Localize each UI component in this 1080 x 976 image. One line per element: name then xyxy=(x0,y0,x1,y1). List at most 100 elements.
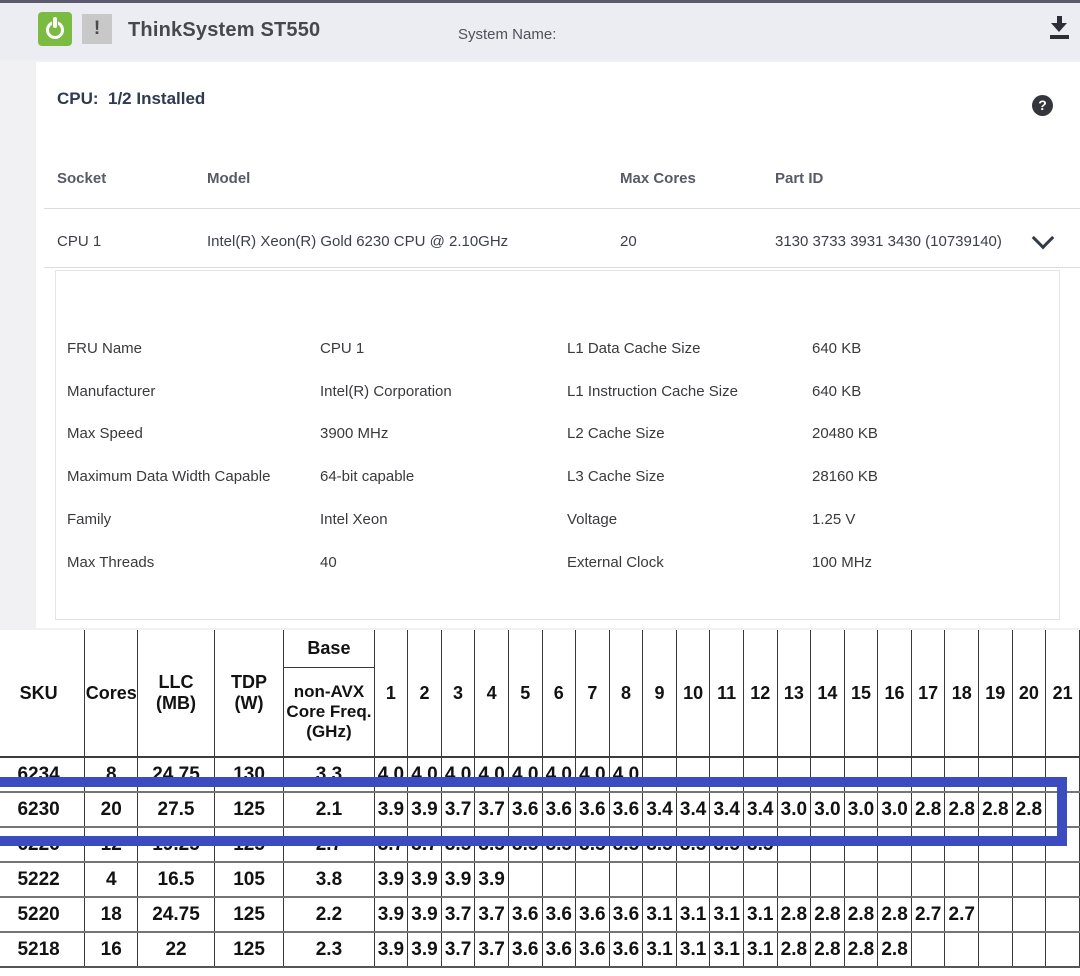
detail-row: Voltage 1.25 V xyxy=(567,498,878,541)
turbo-value-cell: 3.5 xyxy=(743,827,777,862)
cores-cell: 8 xyxy=(85,757,138,792)
download-button[interactable] xyxy=(1048,16,1071,41)
alert-badge[interactable]: ! xyxy=(82,14,112,44)
cores-cell: 16 xyxy=(85,932,138,967)
detail-row: Family Intel Xeon xyxy=(67,498,452,541)
llc-cell: 24.75 xyxy=(138,897,215,932)
cpu-details-panel: FRU Name CPU 1 Manufacturer Intel(R) Cor… xyxy=(55,270,1060,620)
cores-cell: 4 xyxy=(85,862,138,897)
turbo-value-cell: 3.6 xyxy=(576,932,610,967)
turbo-value-cell: 4.0 xyxy=(508,757,542,792)
turbo-value-cell: 3.9 xyxy=(408,932,442,967)
turbo-value-cell: 3.9 xyxy=(441,862,475,897)
turbo-core-header: 19 xyxy=(979,630,1013,757)
turbo-value-cell: 3.6 xyxy=(508,932,542,967)
turbo-value-cell xyxy=(777,757,811,792)
detail-row: Maximum Data Width Capable 64-bit capabl… xyxy=(67,455,452,498)
turbo-value-cell: 4.0 xyxy=(374,757,408,792)
cpu-row-max-cores[interactable]: 20 xyxy=(620,233,637,250)
turbo-value-cell: 3.9 xyxy=(408,897,442,932)
turbo-value-cell: 3.0 xyxy=(811,792,845,827)
detail-label: Max Speed xyxy=(67,425,320,442)
turbo-value-cell xyxy=(878,862,912,897)
turbo-core-header: 17 xyxy=(911,630,945,757)
turbo-value-cell xyxy=(542,862,576,897)
turbo-value-cell xyxy=(643,862,677,897)
detail-value: 64-bit capable xyxy=(320,468,414,485)
base-freq-cell: 2.1 xyxy=(284,792,374,827)
turbo-value-cell xyxy=(1046,862,1080,897)
page: { "topbar": { "title": "ThinkSystem ST55… xyxy=(0,0,1080,976)
cpu-row-part-id[interactable]: 3130 3733 3931 3430 (10739140) xyxy=(775,233,1002,250)
column-header-model: Model xyxy=(207,170,250,187)
turbo-value-cell: 3.1 xyxy=(743,897,777,932)
detail-row: Max Speed 3900 MHz xyxy=(67,413,452,456)
sku-cell: 6234 xyxy=(0,757,85,792)
freq-header-line: Core Freq. xyxy=(284,702,373,722)
chevron-down-icon[interactable] xyxy=(1032,227,1055,250)
detail-label: Voltage xyxy=(567,511,812,528)
turbo-value-cell: 4.0 xyxy=(475,757,509,792)
turbo-core-header: 10 xyxy=(676,630,710,757)
turbo-value-cell: 3.1 xyxy=(676,897,710,932)
turbo-value-cell: 3.4 xyxy=(743,792,777,827)
turbo-value-cell xyxy=(878,827,912,862)
detail-label: Family xyxy=(67,511,320,528)
turbo-table: SKUCoresLLC (MB)TDP (W)Basenon-AVXCore F… xyxy=(0,630,1080,968)
freq-header-base: Base xyxy=(284,630,373,668)
turbo-core-header: 11 xyxy=(710,630,744,757)
detail-value: Intel(R) Corporation xyxy=(320,383,452,400)
base-freq-cell: 2.7 xyxy=(284,827,374,862)
turbo-value-cell: 2.8 xyxy=(811,897,845,932)
turbo-value-cell xyxy=(1012,897,1046,932)
turbo-value-cell: 2.8 xyxy=(844,932,878,967)
power-button[interactable] xyxy=(38,12,72,46)
turbo-row-6234: 6234824.751303.34.04.04.04.04.04.04.04.0 xyxy=(0,757,1080,792)
turbo-value-cell: 3.7 xyxy=(475,792,509,827)
help-button[interactable]: ? xyxy=(1032,95,1053,116)
turbo-value-cell: 2.8 xyxy=(844,897,878,932)
system-name-label: System Name: xyxy=(458,26,556,43)
sku-cell: 6230 xyxy=(0,792,85,827)
turbo-value-cell: 3.4 xyxy=(676,792,710,827)
turbo-value-cell: 3.6 xyxy=(508,897,542,932)
turbo-value-cell: 3.7 xyxy=(441,932,475,967)
turbo-value-cell xyxy=(811,862,845,897)
turbo-value-cell: 3.6 xyxy=(609,792,643,827)
turbo-value-cell: 3.1 xyxy=(643,897,677,932)
cpu-row-model[interactable]: Intel(R) Xeon(R) Gold 6230 CPU @ 2.10GHz xyxy=(207,233,508,250)
turbo-value-cell: 2.8 xyxy=(811,932,845,967)
turbo-value-cell xyxy=(508,862,542,897)
turbo-value-cell: 3.6 xyxy=(542,932,576,967)
turbo-core-header: 20 xyxy=(1012,630,1046,757)
tdp-cell: 125 xyxy=(214,932,283,967)
detail-row: FRU Name CPU 1 xyxy=(67,327,452,370)
turbo-value-cell: 3.0 xyxy=(844,792,878,827)
detail-value: Intel Xeon xyxy=(320,511,388,528)
turbo-value-cell xyxy=(643,757,677,792)
turbo-value-cell: 2.8 xyxy=(911,792,945,827)
turbo-header-cell: TDP (W) xyxy=(214,630,283,757)
tdp-cell: 125 xyxy=(214,897,283,932)
turbo-value-cell xyxy=(844,757,878,792)
detail-value: 20480 KB xyxy=(812,425,878,442)
turbo-value-cell xyxy=(710,862,744,897)
turbo-header-cell: Cores xyxy=(85,630,138,757)
turbo-value-cell: 3.6 xyxy=(576,897,610,932)
detail-value: 640 KB xyxy=(812,340,861,357)
turbo-value-cell: 3.1 xyxy=(676,932,710,967)
turbo-core-header: 16 xyxy=(878,630,912,757)
detail-value: 100 MHz xyxy=(812,554,872,571)
tdp-cell: 125 xyxy=(214,827,283,862)
turbo-value-cell: 3.7 xyxy=(441,897,475,932)
detail-label: FRU Name xyxy=(67,340,320,357)
turbo-value-cell: 4.0 xyxy=(542,757,576,792)
cpu-row-socket[interactable]: CPU 1 xyxy=(57,233,101,250)
tdp-cell: 105 xyxy=(214,862,283,897)
turbo-value-cell xyxy=(777,862,811,897)
turbo-value-cell xyxy=(811,827,845,862)
turbo-value-cell: 3.6 xyxy=(542,792,576,827)
turbo-value-cell: 3.9 xyxy=(374,897,408,932)
llc-cell: 22 xyxy=(138,932,215,967)
llc-cell: 19.25 xyxy=(138,827,215,862)
